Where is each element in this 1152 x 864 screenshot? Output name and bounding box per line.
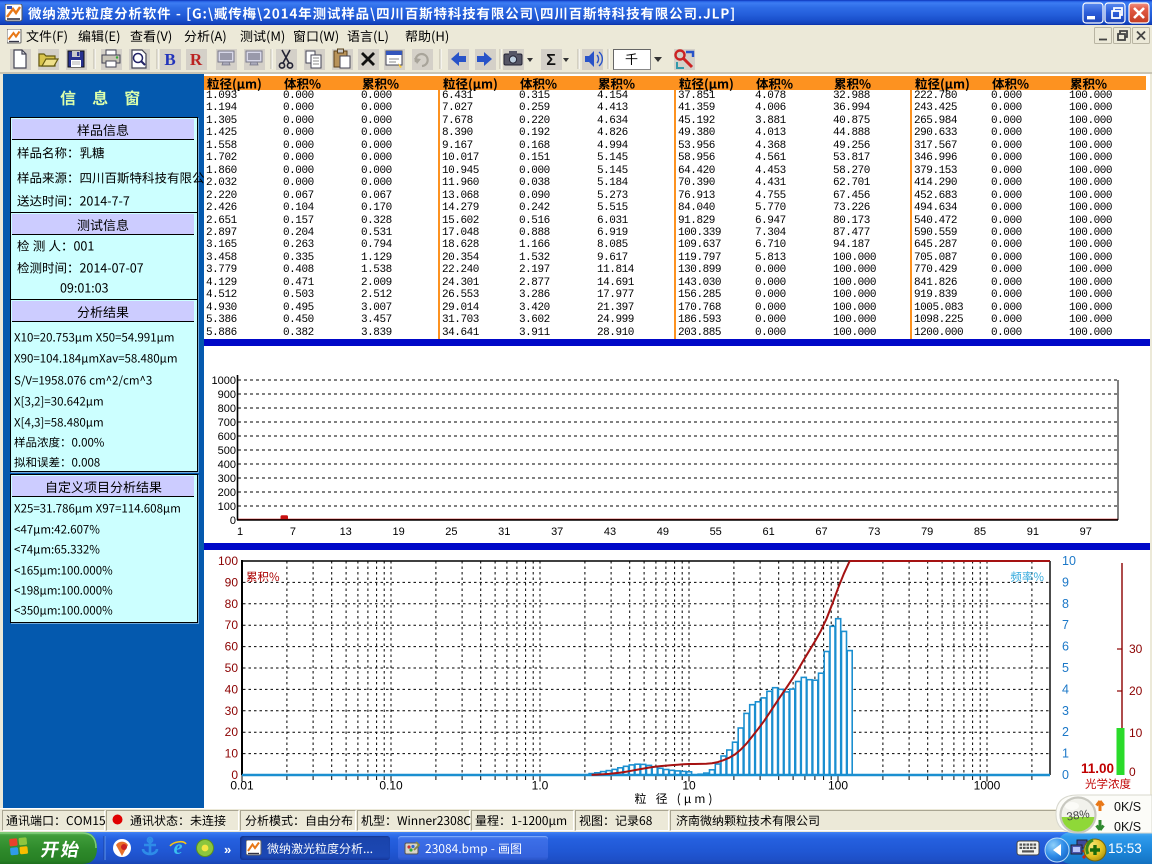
svg-text:7: 7: [290, 526, 296, 538]
svg-text:10: 10: [1062, 554, 1076, 568]
svg-text:1000: 1000: [212, 375, 236, 387]
svg-text:B: B: [164, 50, 175, 69]
svg-text:0: 0: [1129, 765, 1136, 779]
svg-text:30: 30: [1129, 642, 1143, 656]
svg-text:13: 13: [340, 526, 352, 538]
svg-text:800: 800: [218, 403, 236, 415]
svg-text:37: 37: [551, 526, 563, 538]
svg-text:73: 73: [868, 526, 880, 538]
svg-text:90: 90: [225, 575, 239, 589]
svg-text:Σ: Σ: [546, 52, 556, 69]
svg-text:9: 9: [1062, 575, 1069, 589]
svg-text:10: 10: [1129, 726, 1143, 740]
svg-text:300: 300: [218, 473, 236, 485]
svg-text:700: 700: [218, 417, 236, 429]
svg-text:67: 67: [815, 526, 827, 538]
svg-text:55: 55: [710, 526, 722, 538]
svg-text:»: »: [224, 842, 231, 857]
svg-text:e: e: [174, 837, 183, 859]
svg-text:30: 30: [225, 704, 239, 718]
svg-text:600: 600: [218, 431, 236, 443]
svg-text:60: 60: [225, 640, 239, 654]
svg-text:0: 0: [1062, 768, 1069, 782]
svg-text:200: 200: [218, 487, 236, 499]
svg-text:85: 85: [974, 526, 986, 538]
svg-text:1000: 1000: [974, 779, 1001, 793]
svg-text:25: 25: [445, 526, 457, 538]
svg-text:100: 100: [218, 501, 236, 513]
svg-text:79: 79: [921, 526, 933, 538]
svg-text:49: 49: [657, 526, 669, 538]
svg-text:500: 500: [218, 445, 236, 457]
svg-text:0.01: 0.01: [230, 779, 254, 793]
svg-text:31: 31: [498, 526, 510, 538]
svg-text:10: 10: [682, 779, 696, 793]
svg-text:100: 100: [828, 779, 848, 793]
svg-text:100: 100: [218, 554, 238, 568]
svg-text:4: 4: [1062, 682, 1069, 696]
svg-text:43: 43: [604, 526, 616, 538]
svg-text:1.0: 1.0: [532, 779, 549, 793]
svg-text:3: 3: [1062, 704, 1069, 718]
svg-text:R: R: [190, 50, 203, 69]
svg-text:400: 400: [218, 459, 236, 471]
svg-text:11.00: 11.00: [1081, 761, 1114, 776]
svg-text:0K/S: 0K/S: [1114, 820, 1141, 834]
svg-text:80: 80: [225, 597, 239, 611]
svg-text:61: 61: [762, 526, 774, 538]
svg-text:900: 900: [218, 389, 236, 401]
svg-text:70: 70: [225, 618, 239, 632]
svg-text:97: 97: [1080, 526, 1092, 538]
svg-text:0: 0: [230, 515, 236, 527]
svg-text:20: 20: [1129, 684, 1143, 698]
svg-text:91: 91: [1027, 526, 1039, 538]
svg-text:10: 10: [225, 747, 239, 761]
svg-text:19: 19: [392, 526, 404, 538]
svg-text:0K/S: 0K/S: [1114, 800, 1141, 814]
svg-text:5: 5: [1062, 661, 1069, 675]
svg-text:0.10: 0.10: [379, 779, 403, 793]
svg-text:20: 20: [225, 725, 239, 739]
svg-text:1: 1: [1062, 747, 1069, 761]
svg-text:50: 50: [225, 661, 239, 675]
svg-text:40: 40: [225, 682, 239, 696]
svg-text:1: 1: [237, 526, 243, 538]
svg-text:7: 7: [1062, 618, 1069, 632]
svg-text:6: 6: [1062, 640, 1069, 654]
svg-text:2: 2: [1062, 725, 1069, 739]
svg-text:8: 8: [1062, 597, 1069, 611]
